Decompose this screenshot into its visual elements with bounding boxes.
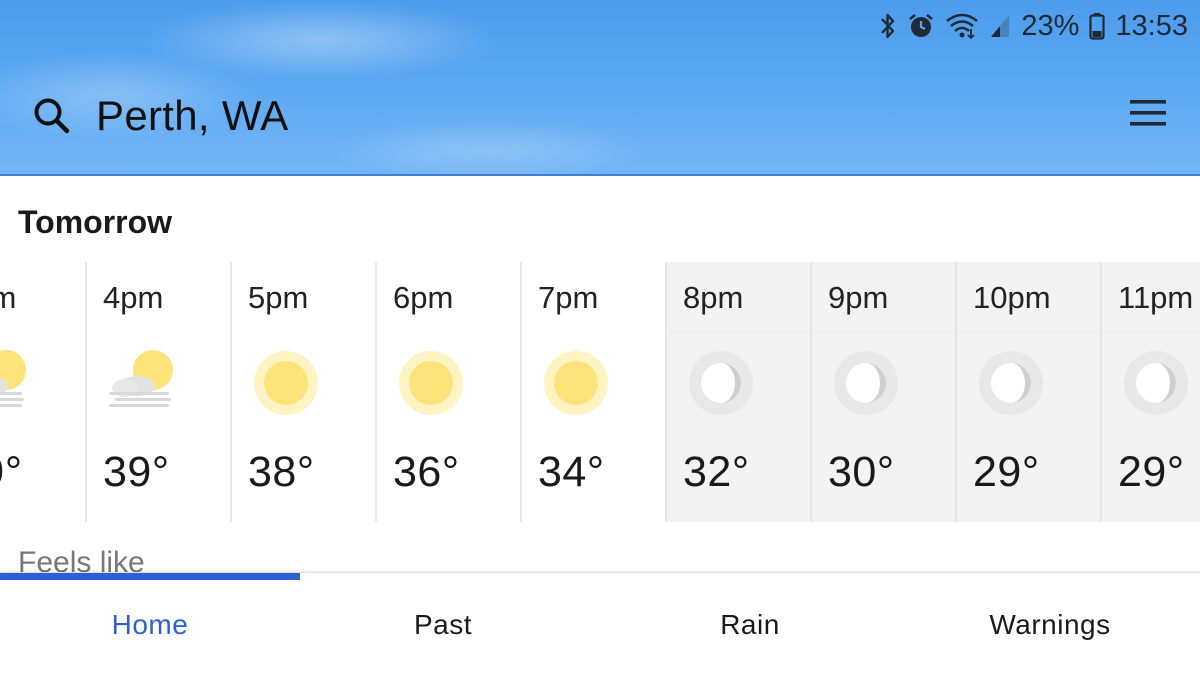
hour-time: 10pm — [973, 280, 1051, 315]
hour-temperature: 39° — [103, 448, 170, 496]
hourly-forecast-strip[interactable]: 3pm 39° 4pm 39° 5pm 38° 6pm 36° 7pm 34° 8pm 32° 9pm 3… — [0, 262, 1200, 522]
moon-icon — [681, 348, 761, 418]
hour-time: 7pm — [538, 280, 599, 315]
hour-temperature: 36° — [393, 448, 460, 496]
hour-column: 5pm 38° — [230, 262, 375, 522]
tab-past[interactable]: Past — [293, 573, 593, 675]
hour-time: 3pm — [0, 280, 17, 315]
search-icon[interactable] — [32, 96, 72, 136]
hour-time: 5pm — [248, 280, 309, 315]
hour-time: 9pm — [828, 280, 889, 315]
hour-time: 11pm — [1118, 280, 1194, 315]
hour-column: 8pm 32° — [665, 262, 810, 522]
hour-temperature: 32° — [683, 448, 750, 496]
section-title: Tomorrow — [18, 204, 173, 240]
hour-time: 4pm — [103, 280, 164, 315]
tab-warnings[interactable]: Warnings — [900, 573, 1200, 675]
bottom-navigation: Home Past Rain Warnings — [0, 572, 1200, 675]
sun-icon — [246, 348, 326, 418]
location-title[interactable]: Perth, WA — [96, 92, 289, 140]
tab-home[interactable]: Home — [0, 573, 300, 675]
hour-temperature: 29° — [1118, 448, 1185, 496]
hour-column: 4pm 39° — [85, 262, 230, 522]
hour-temperature: 34° — [538, 448, 605, 496]
hour-temperature: 30° — [828, 448, 895, 496]
hour-time: 8pm — [683, 280, 744, 315]
status-bar: 23% 13:53 — [879, 6, 1188, 46]
sun-icon — [536, 348, 616, 418]
hour-temperature: 39° — [0, 448, 23, 496]
partly-cloudy-icon — [0, 348, 34, 418]
alarm-icon — [907, 12, 935, 40]
hour-column: 11pm 29° — [1100, 262, 1200, 522]
hour-column: 9pm 30° — [810, 262, 955, 522]
bluetooth-icon — [879, 12, 897, 40]
header-divider — [0, 174, 1200, 176]
sun-icon — [391, 348, 471, 418]
moon-icon — [826, 348, 906, 418]
wifi-icon — [945, 12, 979, 40]
signal-icon — [989, 13, 1011, 39]
hour-column: 3pm 39° — [0, 262, 85, 522]
hour-time: 6pm — [393, 280, 454, 315]
battery-icon — [1089, 12, 1106, 40]
weather-app-screen: 23% 13:53 Perth, WA Tomorrow 3pm 39° 4pm 39… — [0, 0, 1200, 675]
app-header: 23% 13:53 Perth, WA — [0, 0, 1200, 174]
hour-temperature: 38° — [248, 448, 315, 496]
battery-percent: 23% — [1021, 9, 1080, 42]
hour-temperature: 29° — [973, 448, 1040, 496]
tab-rain[interactable]: Rain — [600, 573, 900, 675]
menu-icon[interactable] — [1128, 96, 1168, 130]
moon-icon — [1116, 348, 1196, 418]
hour-column: 7pm 34° — [520, 262, 665, 522]
sky-cloud — [330, 120, 650, 174]
clock-time: 13:53 — [1115, 9, 1188, 42]
partly-cloudy-icon — [101, 348, 181, 418]
hour-column: 6pm 36° — [375, 262, 520, 522]
hour-column: 10pm 29° — [955, 262, 1100, 522]
moon-icon — [971, 348, 1051, 418]
